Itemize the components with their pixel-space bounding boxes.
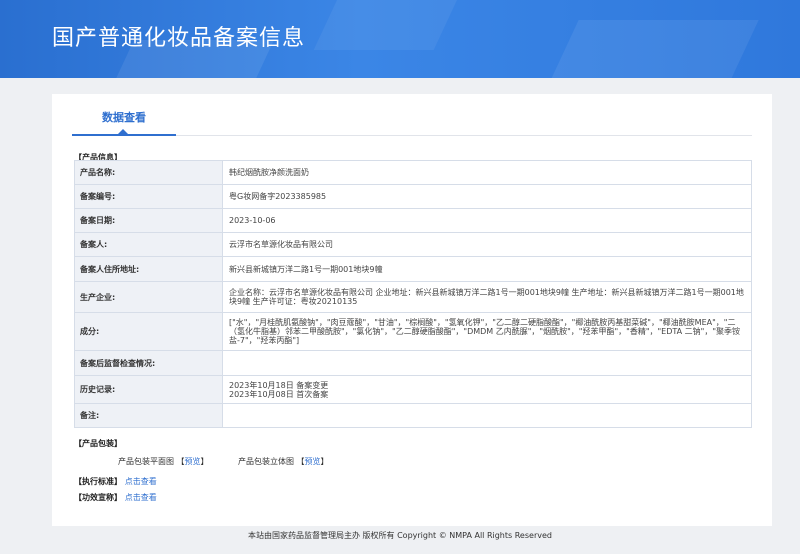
table-row: 备案人住所地址: 新兴县新城镇万洋二路1号一期001地块9幢 [74, 256, 752, 282]
row-label: 备注: [74, 403, 223, 428]
filer-value: 云浮市名草源化妆品有限公司 [222, 232, 752, 257]
footer-copyright: 本站由国家药品监督管理局主办 版权所有 Copyright © NMPA All… [248, 531, 552, 540]
table-row: 备案编号: 粤G妆网备字2023385985 [74, 184, 752, 209]
product-name-value: 韩纪烟酰胺净颜洗面奶 [222, 160, 752, 185]
section-title-standard: 【执行标准】 [74, 477, 122, 486]
packaging-solid-label: 产品包装立体图 [238, 457, 294, 466]
table-row: 历史记录: 2023年10月18日 备案变更 2023年10月08日 首次备案 [74, 375, 752, 404]
row-label: 备案日期: [74, 208, 223, 233]
ingredients-value: ["水"，"月桂酰肌氨酸钠"，"肉豆蔻酸"，"甘油"，"棕榈酸"，"氢氧化钾"，… [222, 312, 752, 351]
packaging-flat-item: 产品包装平面图 【预览】 [118, 456, 209, 467]
row-label: 备案后监督检查情况: [74, 350, 223, 376]
efficacy-row: 【功效宣称】 点击查看 [74, 492, 157, 503]
filer-address-value: 新兴县新城镇万洋二路1号一期001地块9幢 [222, 256, 752, 282]
tab-active-caret-icon [118, 129, 128, 134]
row-label: 生产企业: [74, 281, 223, 313]
packaging-solid-preview-link[interactable]: 预览 [305, 457, 321, 466]
row-label: 成分: [74, 312, 223, 351]
table-row: 备案人: 云浮市名草源化妆品有限公司 [74, 232, 752, 257]
header-banner: 国产普通化妆品备案信息 [0, 0, 800, 78]
content-card: 数据查看 【产品信息】 产品名称: 韩纪烟酰胺净颜洗面奶 备案编号: 粤G妆网备… [52, 94, 772, 526]
table-row: 成分: ["水"，"月桂酰肌氨酸钠"，"肉豆蔻酸"，"甘油"，"棕榈酸"，"氢氧… [74, 312, 752, 351]
standard-view-link[interactable]: 点击查看 [125, 477, 157, 486]
row-label: 产品名称: [74, 160, 223, 185]
standard-row: 【执行标准】 点击查看 [74, 476, 157, 487]
filing-number-value: 粤G妆网备字2023385985 [222, 184, 752, 209]
table-row: 备注: [74, 403, 752, 428]
filing-date-value: 2023-10-06 [222, 208, 752, 233]
table-row: 备案后监督检查情况: [74, 350, 752, 376]
tab-bar: 数据查看 [72, 94, 752, 136]
history-entry: 2023年10月18日 备案变更 [229, 380, 329, 390]
efficacy-view-link[interactable]: 点击查看 [125, 493, 157, 502]
banner-decoration [313, 0, 467, 50]
manufacturer-value: 企业名称：云浮市名草源化妆品有限公司 企业地址：新兴县新城镇万洋二路1号一期00… [222, 281, 752, 313]
row-label: 备案人住所地址: [74, 256, 223, 282]
bracket: 【 [176, 457, 185, 466]
bracket: 】 [200, 457, 209, 466]
product-info-table: 产品名称: 韩纪烟酰胺净颜洗面奶 备案编号: 粤G妆网备字2023385985 … [74, 160, 752, 428]
page-title: 国产普通化妆品备案信息 [52, 26, 306, 51]
packaging-solid-item: 产品包装立体图 【预览】 [238, 456, 329, 467]
table-row: 备案日期: 2023-10-06 [74, 208, 752, 233]
row-label: 历史记录: [74, 375, 223, 404]
row-label: 备案编号: [74, 184, 223, 209]
packaging-flat-label: 产品包装平面图 [118, 457, 174, 466]
bracket: 【 [296, 457, 305, 466]
history-value: 2023年10月18日 备案变更 2023年10月08日 首次备案 [222, 375, 752, 404]
remarks-value [222, 403, 752, 428]
bracket: 】 [320, 457, 329, 466]
inspection-value [222, 350, 752, 376]
section-title-packaging: 【产品包装】 [74, 439, 122, 448]
section-title-efficacy: 【功效宣称】 [74, 493, 122, 502]
table-row: 生产企业: 企业名称：云浮市名草源化妆品有限公司 企业地址：新兴县新城镇万洋二路… [74, 281, 752, 313]
packaging-flat-preview-link[interactable]: 预览 [185, 457, 201, 466]
row-label: 备案人: [74, 232, 223, 257]
table-row: 产品名称: 韩纪烟酰胺净颜洗面奶 [74, 160, 752, 185]
history-entry: 2023年10月08日 首次备案 [229, 389, 329, 399]
banner-decoration [541, 20, 759, 78]
